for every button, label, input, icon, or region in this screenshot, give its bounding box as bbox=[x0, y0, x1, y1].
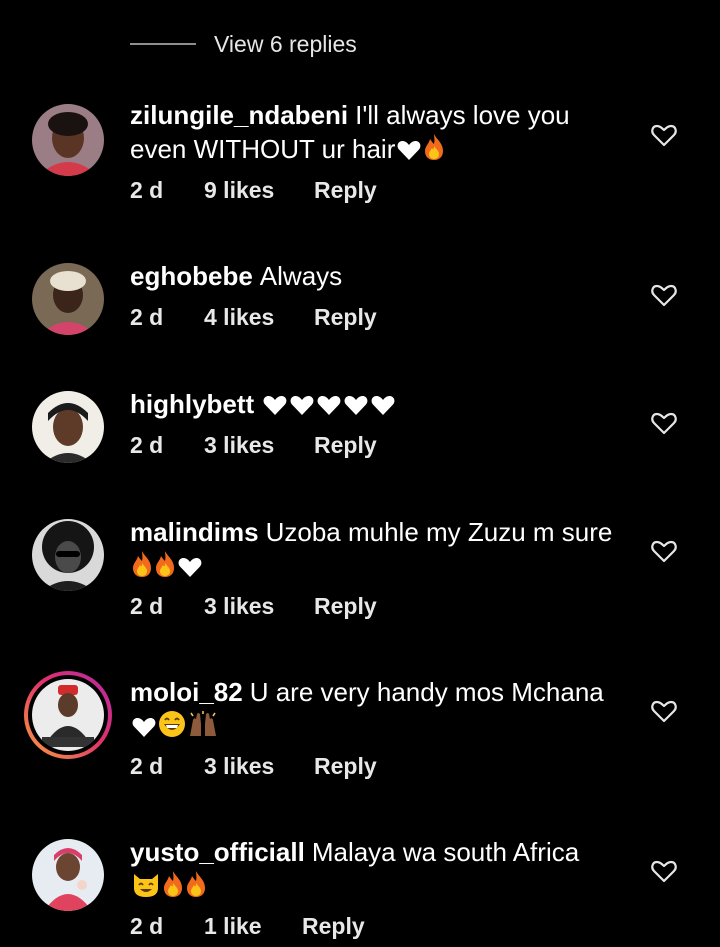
view-replies-toggle[interactable]: View 6 replies bbox=[130, 24, 357, 64]
view-replies-label[interactable]: View 6 replies bbox=[214, 31, 357, 58]
comment-likes[interactable]: 3 likes bbox=[204, 753, 274, 780]
comment-age: 2 d bbox=[130, 432, 164, 458]
smiling-cat-emoji-icon bbox=[131, 870, 161, 906]
like-heart-icon[interactable] bbox=[651, 859, 677, 883]
story-ring[interactable] bbox=[24, 671, 112, 759]
comment-username[interactable]: zilungile_ndabeni bbox=[130, 100, 348, 130]
comment-body: Always bbox=[259, 261, 343, 291]
comment-text: zilungile_ndabeni I'll always love you ev… bbox=[130, 98, 620, 169]
comment-text: eghobebe Always bbox=[130, 259, 620, 293]
comment-body: Malaya wa south Africa bbox=[311, 837, 580, 867]
comment-age: 2 d bbox=[130, 913, 164, 939]
avatar[interactable] bbox=[32, 519, 104, 591]
comment-text: malindims Uzoba muhle my Zuzu m sure bbox=[130, 515, 620, 586]
raised-hands-emoji-icon bbox=[187, 710, 219, 746]
grinning-face-emoji-icon bbox=[158, 710, 186, 746]
comment-username[interactable]: moloi_82 bbox=[130, 677, 243, 707]
comment-age: 2 d bbox=[130, 304, 164, 330]
comment-likes[interactable]: 4 likes bbox=[204, 304, 274, 331]
comment-text: moloi_82 U are very handy mos Mchana bbox=[130, 675, 620, 746]
comment-username[interactable]: eghobebe bbox=[130, 261, 253, 291]
comment-text: yusto_officiall Malaya wa south Africa bbox=[130, 835, 620, 906]
like-heart-icon[interactable] bbox=[651, 411, 677, 435]
reply-button[interactable]: Reply bbox=[314, 432, 377, 459]
fire-emoji-icon bbox=[131, 550, 153, 586]
heart-emoji-icon bbox=[316, 390, 342, 424]
avatar bbox=[32, 679, 104, 751]
fire-emoji-icon bbox=[423, 133, 445, 169]
heart-emoji-icon bbox=[370, 390, 396, 424]
comment-username[interactable]: yusto_officiall bbox=[130, 837, 305, 867]
comment-body: U are very handy mos Mchana bbox=[249, 677, 604, 707]
heart-emoji-icon bbox=[289, 390, 315, 424]
avatar[interactable] bbox=[32, 391, 104, 463]
comment-age: 2 d bbox=[130, 753, 164, 779]
reply-button[interactable]: Reply bbox=[314, 593, 377, 620]
heart-emoji-icon bbox=[131, 712, 157, 746]
comment-likes[interactable]: 9 likes bbox=[204, 177, 274, 204]
comment-text: highlybett bbox=[130, 387, 620, 424]
reply-button[interactable]: Reply bbox=[314, 753, 377, 780]
comment-likes[interactable]: 3 likes bbox=[204, 432, 274, 459]
heart-emoji-icon bbox=[343, 390, 369, 424]
comment-likes[interactable]: 3 likes bbox=[204, 593, 274, 620]
fire-emoji-icon bbox=[154, 550, 176, 586]
comment-username[interactable]: highlybett bbox=[130, 389, 254, 419]
avatar[interactable] bbox=[32, 104, 104, 176]
like-heart-icon[interactable] bbox=[651, 699, 677, 723]
reply-button[interactable]: Reply bbox=[302, 913, 365, 940]
comment-likes[interactable]: 1 like bbox=[204, 913, 262, 940]
fire-emoji-icon bbox=[162, 870, 184, 906]
comment-age: 2 d bbox=[130, 177, 164, 203]
avatar[interactable] bbox=[32, 263, 104, 335]
heart-emoji-icon bbox=[177, 552, 203, 586]
like-heart-icon[interactable] bbox=[651, 539, 677, 563]
comment-username[interactable]: malindims bbox=[130, 517, 259, 547]
avatar[interactable] bbox=[32, 839, 104, 911]
comment-body: Uzoba muhle my Zuzu m sure bbox=[265, 517, 613, 547]
heart-emoji-icon bbox=[396, 135, 422, 169]
reply-button[interactable]: Reply bbox=[314, 304, 377, 331]
fire-emoji-icon bbox=[185, 870, 207, 906]
replies-divider-line bbox=[130, 43, 196, 45]
like-heart-icon[interactable] bbox=[651, 123, 677, 147]
heart-emoji-icon bbox=[262, 390, 288, 424]
reply-button[interactable]: Reply bbox=[314, 177, 377, 204]
like-heart-icon[interactable] bbox=[651, 283, 677, 307]
comment-age: 2 d bbox=[130, 593, 164, 619]
